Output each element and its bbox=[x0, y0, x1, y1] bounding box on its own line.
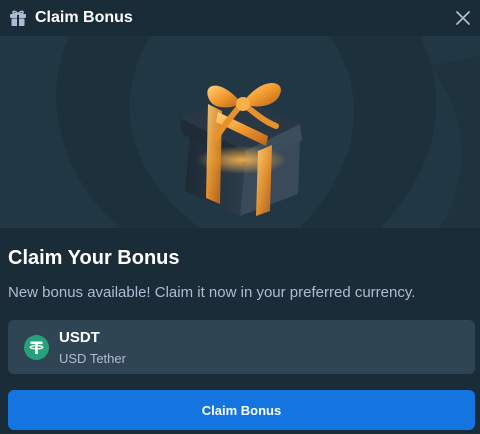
claim-heading: Claim Your Bonus bbox=[8, 247, 180, 269]
currency-code: USDT bbox=[59, 329, 100, 346]
modal-header: Claim Bonus bbox=[0, 0, 480, 36]
modal-title: Claim Bonus bbox=[35, 9, 133, 26]
currency-name: USD Tether bbox=[59, 351, 126, 366]
gift-icon bbox=[10, 10, 26, 26]
bonus-banner bbox=[0, 36, 480, 228]
claim-description: New bonus available! Claim it now in you… bbox=[8, 284, 416, 301]
gift-box-illustration bbox=[180, 83, 302, 216]
tether-coin-icon bbox=[24, 335, 49, 360]
currency-option-usdt[interactable]: USDT USD Tether bbox=[8, 320, 475, 374]
close-icon[interactable] bbox=[454, 9, 472, 27]
claim-bonus-button[interactable]: Claim Bonus bbox=[8, 390, 475, 430]
